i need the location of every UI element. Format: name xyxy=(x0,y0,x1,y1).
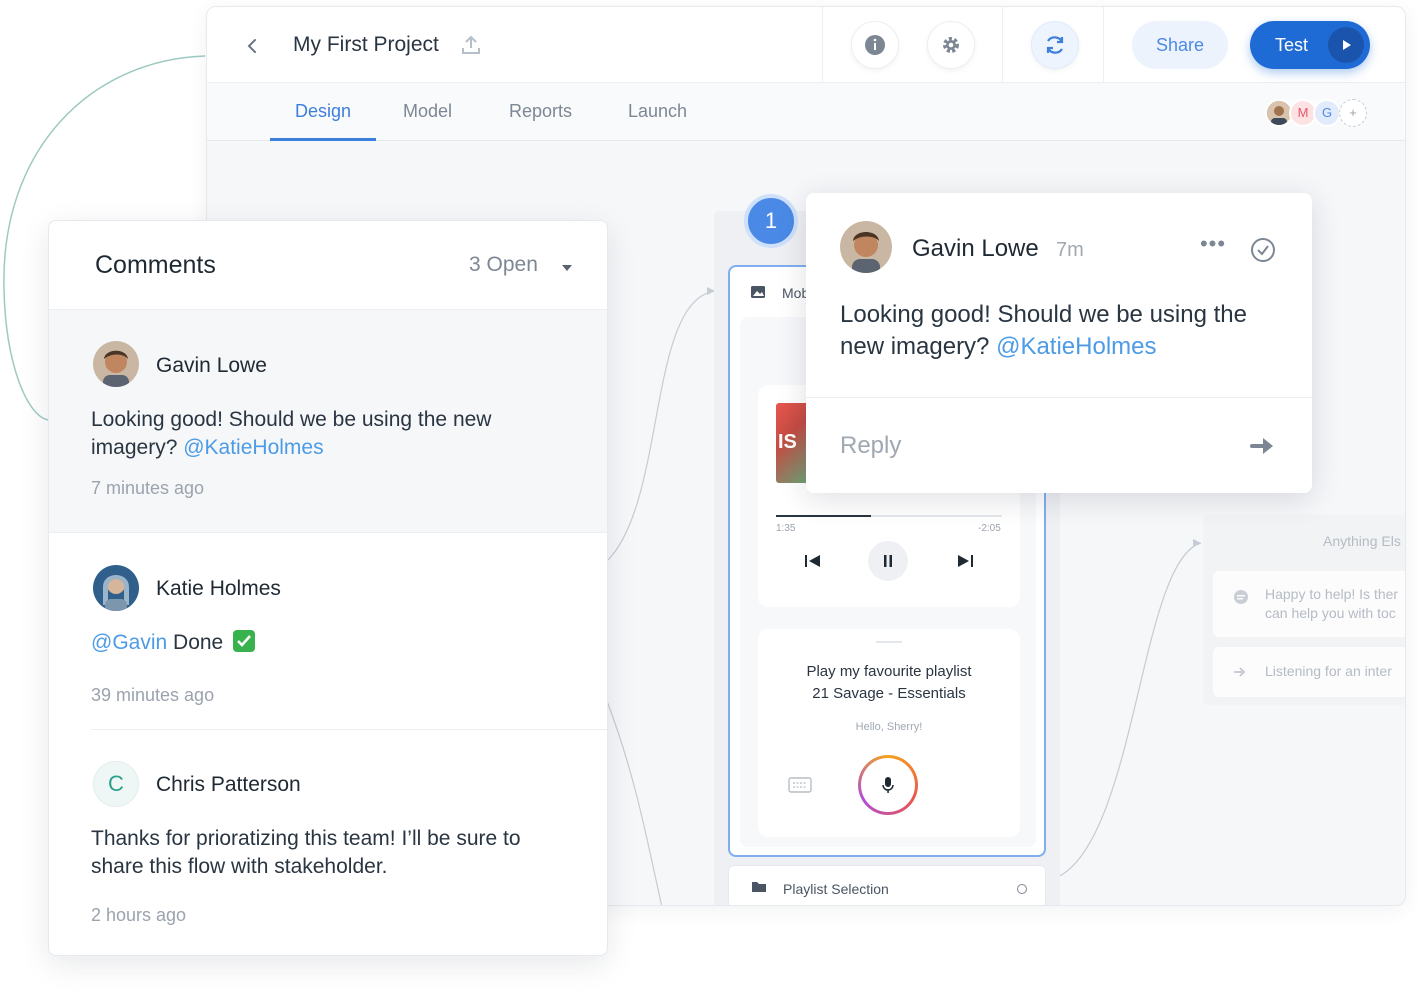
add-collaborator-button[interactable]: + xyxy=(1339,99,1367,127)
comment-timestamp: 2 hours ago xyxy=(91,905,187,925)
info-icon xyxy=(865,35,885,55)
tab-bar: Design Model Reports Launch M G + xyxy=(207,83,1405,141)
mention-link[interactable]: @Gavin xyxy=(91,631,167,654)
more-options-button[interactable]: ••• xyxy=(1198,233,1228,263)
avatar[interactable] xyxy=(93,565,139,611)
comment-author: Gavin Lowe xyxy=(912,235,1039,262)
test-button-label: Test xyxy=(1275,35,1309,55)
checkmark-emoji-icon xyxy=(233,630,256,652)
comments-panel: Comments 3 Open Gavin Lowe Looking good!… xyxy=(48,220,608,956)
chevron-left-icon xyxy=(247,39,256,53)
step-number-badge[interactable]: 1 xyxy=(744,194,798,248)
divider xyxy=(822,7,823,83)
node-listening-text: Listening for an inter xyxy=(1265,663,1392,679)
comment-message: Thanks for prioratizing this team! I’ll … xyxy=(91,827,521,878)
comment-item[interactable]: Gavin Lowe Looking good! Should we be us… xyxy=(49,309,607,533)
comments-title: Comments xyxy=(95,251,216,279)
node-listening-row[interactable]: Listening for an inter xyxy=(1213,647,1405,697)
voice-request-text: Play my favourite playlist 21 Savage - E… xyxy=(758,661,1020,705)
voice-request-card: Play my favourite playlist 21 Savage - E… xyxy=(758,629,1020,837)
connector-port[interactable] xyxy=(1017,884,1027,894)
microphone-icon xyxy=(882,777,894,793)
collaborator-avatar-g[interactable]: G xyxy=(1313,99,1341,127)
avatar[interactable] xyxy=(840,221,892,273)
avatar[interactable]: C xyxy=(93,761,139,807)
gear-icon xyxy=(943,37,959,53)
album-art: IS xyxy=(776,403,810,483)
comment-message: Looking good! Should we be using the new… xyxy=(91,406,561,462)
collaborators: M G + xyxy=(1265,99,1375,129)
flow-node-playlist-selection[interactable]: Playlist Selection xyxy=(728,865,1046,905)
comment-timestamp: 39 minutes ago xyxy=(91,685,215,705)
share-button[interactable]: Share xyxy=(1132,21,1228,69)
next-track-icon[interactable] xyxy=(956,553,974,574)
comment-time: 7m xyxy=(1056,239,1084,261)
drag-handle[interactable] xyxy=(876,641,902,643)
comments-filter-dropdown[interactable]: 3 Open xyxy=(469,253,538,277)
upload-icon[interactable] xyxy=(459,33,483,57)
mention-link[interactable]: @KatieHolmes xyxy=(996,333,1156,360)
chat-bubble-icon xyxy=(1233,589,1249,610)
node-title: Anything Els xyxy=(1323,533,1401,549)
playlist-node-label: Playlist Selection xyxy=(783,881,889,897)
playback-progress-fill xyxy=(776,515,871,517)
mention-link[interactable]: @KatieHolmes xyxy=(183,436,323,459)
node-message-line: can help you with toc xyxy=(1265,605,1396,621)
comment-author: Chris Patterson xyxy=(156,773,301,796)
comment-timestamp: 7 minutes ago xyxy=(91,478,205,498)
tab-model[interactable]: Model xyxy=(403,101,452,122)
play-icon xyxy=(1328,27,1364,63)
project-title[interactable]: My First Project xyxy=(293,33,439,57)
voice-request-line: 21 Savage - Essentials xyxy=(812,685,966,702)
top-bar: My First Project Share Test xyxy=(207,7,1405,83)
greeting: Hello, Sherry! xyxy=(855,721,923,733)
node-message-row[interactable]: Happy to help! Is ther can help you with… xyxy=(1213,571,1405,637)
playback-progress[interactable] xyxy=(776,515,1002,517)
divider xyxy=(806,397,1312,398)
arrow-right-icon xyxy=(1233,665,1247,684)
divider xyxy=(1103,7,1104,83)
settings-button[interactable] xyxy=(927,21,975,69)
comment-author: Gavin Lowe xyxy=(156,354,267,377)
refresh-icon xyxy=(1046,36,1064,54)
flow-node-anything-else[interactable]: Anything Els Happy to help! Is ther can … xyxy=(1203,515,1405,705)
keyboard-icon[interactable] xyxy=(788,777,812,798)
comment-item[interactable]: C Chris Patterson Thanks for prioratizin… xyxy=(49,729,607,955)
comment-author: Katie Holmes xyxy=(156,577,281,600)
info-button[interactable] xyxy=(851,21,899,69)
comment-item[interactable]: Katie Holmes @Gavin Done 39 minutes ago xyxy=(49,533,607,729)
sync-button[interactable] xyxy=(1031,21,1079,69)
comment-text: Done xyxy=(173,631,224,654)
pause-icon xyxy=(884,555,892,567)
comment-message: Looking good! Should we be using the new… xyxy=(840,299,1280,363)
comment-popover: Gavin Lowe 7m ••• Looking good! Should w… xyxy=(806,193,1312,493)
caret-down-icon[interactable] xyxy=(561,261,573,273)
test-button[interactable]: Test xyxy=(1250,21,1370,69)
microphone-button[interactable] xyxy=(858,755,918,815)
node-message-line: Happy to help! Is ther xyxy=(1265,586,1399,602)
image-icon xyxy=(750,285,766,304)
divider xyxy=(1002,7,1003,83)
voice-request-line: Play my favourite playlist xyxy=(806,663,972,680)
previous-track-icon[interactable] xyxy=(804,553,822,574)
tab-design[interactable]: Design xyxy=(295,101,351,122)
send-arrow-icon[interactable] xyxy=(1248,431,1278,461)
remaining-time: -2:05 xyxy=(978,523,1001,534)
folder-icon xyxy=(751,880,767,899)
elapsed-time: 1:35 xyxy=(776,523,796,534)
comment-message: @Gavin Done xyxy=(91,629,561,657)
divider xyxy=(91,729,607,730)
avatar[interactable] xyxy=(93,341,139,387)
tab-launch[interactable]: Launch xyxy=(628,101,687,122)
pause-button[interactable] xyxy=(868,541,908,581)
back-button[interactable] xyxy=(237,31,267,61)
resolve-check-icon[interactable] xyxy=(1250,237,1276,263)
reply-input[interactable] xyxy=(840,429,1220,463)
tab-reports[interactable]: Reports xyxy=(509,101,572,122)
